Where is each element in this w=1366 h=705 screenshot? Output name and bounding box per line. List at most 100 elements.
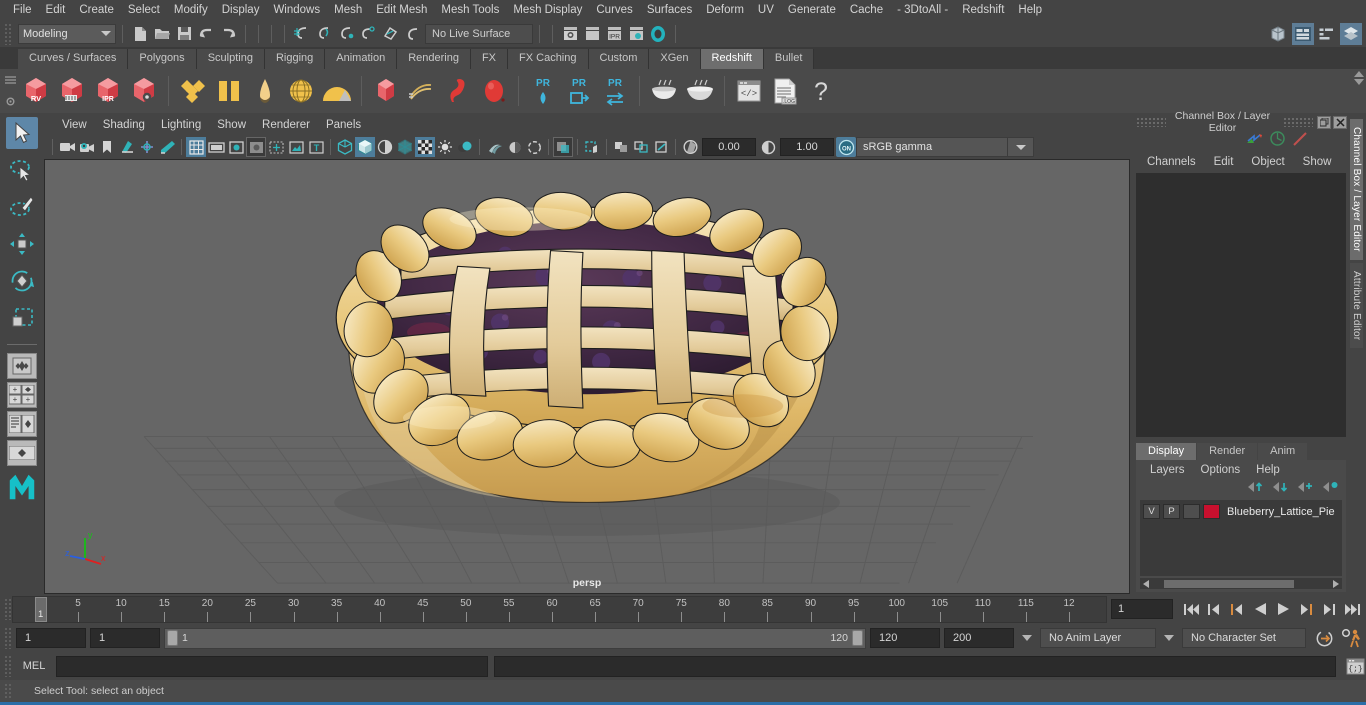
hypershade-layout[interactable] — [7, 440, 37, 466]
time-slider-grip[interactable] — [4, 598, 12, 620]
shelf-button-redshift-ipr-render[interactable]: IPR — [90, 72, 126, 110]
exposure-field[interactable]: 0.00 — [702, 138, 756, 156]
layer-shading-toggle[interactable] — [1183, 504, 1200, 519]
time-ruler[interactable]: 1 5 10 15 20 25 30 35 40 45 50 55 60 65 70 75 80 85 90 95 1… — [12, 595, 1107, 623]
smooth-shade-icon[interactable] — [355, 137, 375, 157]
status-line-grip[interactable] — [4, 22, 12, 45]
menu-file[interactable]: File — [6, 1, 39, 19]
menu-mesh-display[interactable]: Mesh Display — [506, 1, 589, 19]
command-line-grip[interactable] — [4, 655, 12, 677]
show-hide-channel-box-icon[interactable] — [1340, 22, 1362, 45]
film-origin-icon[interactable] — [266, 137, 286, 157]
menu-help[interactable]: Help — [1011, 1, 1049, 19]
layer-menu-options[interactable]: Options — [1193, 463, 1249, 477]
channel-box-menu-show[interactable]: Show — [1294, 155, 1341, 169]
shelf-tab-sculpting[interactable]: Sculpting — [196, 49, 265, 69]
shelf-tab-animation[interactable]: Animation — [325, 49, 398, 69]
film-gate-icon[interactable] — [206, 137, 226, 157]
scrollbar-thumb[interactable] — [1164, 579, 1294, 588]
shelf-button-redshift-dome-light[interactable] — [283, 72, 319, 110]
channel-box-icon[interactable] — [1245, 131, 1263, 151]
viewport-menu-lighting[interactable]: Lighting — [153, 118, 209, 132]
menu-redshift[interactable]: Redshift — [955, 1, 1011, 19]
menu-edit[interactable]: Edit — [39, 1, 73, 19]
viewport-menu-shading[interactable]: Shading — [95, 118, 153, 132]
menu-set-selector[interactable]: Modeling — [18, 23, 116, 44]
layer-tab-render[interactable]: Render — [1197, 443, 1258, 460]
make-live-icon[interactable] — [401, 23, 423, 45]
shelf-tab-curves-surfaces[interactable]: Curves / Surfaces — [18, 49, 129, 69]
anim-layer-chevron-down-icon[interactable] — [1022, 635, 1032, 641]
shelf-tab-rendering[interactable]: Rendering — [397, 49, 471, 69]
shelf-grip[interactable] — [4, 69, 16, 113]
save-scene-icon[interactable] — [173, 23, 195, 45]
four-view-layout[interactable]: + + + — [7, 382, 37, 408]
isolate-select-icon[interactable] — [553, 137, 573, 157]
shelf-button-redshift-pr-export[interactable]: PR — [561, 72, 597, 110]
command-language-label[interactable]: MEL — [18, 660, 50, 672]
new-layer-from-selected-icon[interactable] — [1322, 480, 1338, 498]
command-input-field[interactable] — [56, 655, 488, 677]
layer-list-horizontal-scrollbar[interactable] — [1140, 578, 1342, 589]
menu-select[interactable]: Select — [121, 1, 167, 19]
snap-projected-center-icon[interactable] — [357, 23, 379, 45]
shelf-button-redshift-render-settings[interactable] — [126, 72, 162, 110]
current-frame-field[interactable]: 1 — [1111, 599, 1173, 619]
viewport-menu-panels[interactable]: Panels — [318, 118, 369, 132]
outliner-persp-layout[interactable] — [7, 411, 37, 437]
channel-box-menu-edit[interactable]: Edit — [1205, 155, 1243, 169]
close-icon[interactable] — [1333, 115, 1347, 129]
gate-mask-icon[interactable] — [246, 137, 266, 157]
render-sequence-icon[interactable] — [581, 23, 603, 45]
screen-space-ao-icon[interactable] — [484, 137, 504, 157]
exposure-icon[interactable] — [680, 137, 700, 157]
paint-select-tool[interactable] — [6, 191, 38, 223]
shelf-button-redshift-bake-all[interactable] — [682, 72, 718, 110]
animation-end-time-field[interactable]: 200 — [944, 628, 1014, 648]
perspective-viewport[interactable]: y x z persp — [44, 159, 1130, 594]
xray-joints-icon[interactable] — [611, 137, 631, 157]
render-settings-icon[interactable] — [625, 23, 647, 45]
title-safe-icon[interactable]: T — [306, 137, 326, 157]
shelf-button-redshift-render-view[interactable]: RV — [18, 72, 54, 110]
new-layer-icon[interactable] — [1297, 480, 1313, 498]
menu-uv[interactable]: UV — [751, 1, 781, 19]
show-hide-modeling-toolkit-icon[interactable] — [1268, 23, 1290, 45]
menu-create[interactable]: Create — [72, 1, 121, 19]
snap-view-plane-icon[interactable] — [379, 23, 401, 45]
move-layer-down-icon[interactable] — [1272, 480, 1288, 498]
rotate-tool[interactable] — [6, 265, 38, 297]
resolution-gate-icon[interactable] — [226, 137, 246, 157]
animation-preferences-icon[interactable] — [1341, 628, 1362, 648]
layer-color-swatch[interactable] — [1203, 504, 1220, 519]
live-surface-field[interactable]: No Live Surface — [425, 23, 533, 44]
grease-pencil-icon[interactable] — [157, 137, 177, 157]
anim-layer-selector[interactable]: No Anim Layer — [1040, 628, 1156, 648]
color-management-icon[interactable]: ON — [836, 137, 856, 157]
new-scene-icon[interactable] — [129, 23, 151, 45]
shelf-button-redshift-pr-swap[interactable]: PR — [597, 72, 633, 110]
shelf-button-redshift-pr-light[interactable]: PR — [525, 72, 561, 110]
menu-windows[interactable]: Windows — [266, 1, 327, 19]
menu-surfaces[interactable]: Surfaces — [640, 1, 699, 19]
go-to-start-icon[interactable] — [1181, 599, 1201, 619]
script-editor-icon[interactable]: {;} — [1344, 656, 1366, 677]
two-d-pan-zoom-icon[interactable] — [137, 137, 157, 157]
layer-tab-display[interactable]: Display — [1136, 443, 1197, 460]
shelf-button-redshift-portal-light[interactable] — [211, 72, 247, 110]
textured-icon[interactable] — [395, 137, 415, 157]
shelf-tab-rigging[interactable]: Rigging — [264, 49, 326, 69]
playhead[interactable]: 1 — [35, 596, 47, 622]
menu-curves[interactable]: Curves — [589, 1, 639, 19]
menu-modify[interactable]: Modify — [167, 1, 215, 19]
viewport-menu-renderer[interactable]: Renderer — [254, 118, 318, 132]
show-hide-attribute-editor-icon[interactable] — [1292, 22, 1314, 45]
range-start-handle[interactable] — [167, 630, 178, 646]
image-plane-icon[interactable] — [117, 137, 137, 157]
viewport-menu-view[interactable]: View — [54, 118, 95, 132]
scroll-right-icon[interactable] — [1333, 579, 1339, 588]
shelf-scroll-down-icon[interactable] — [1354, 79, 1364, 85]
camera-attributes-icon[interactable] — [77, 137, 97, 157]
viewport-menu-show[interactable]: Show — [209, 118, 254, 132]
xray-icon[interactable] — [582, 137, 602, 157]
